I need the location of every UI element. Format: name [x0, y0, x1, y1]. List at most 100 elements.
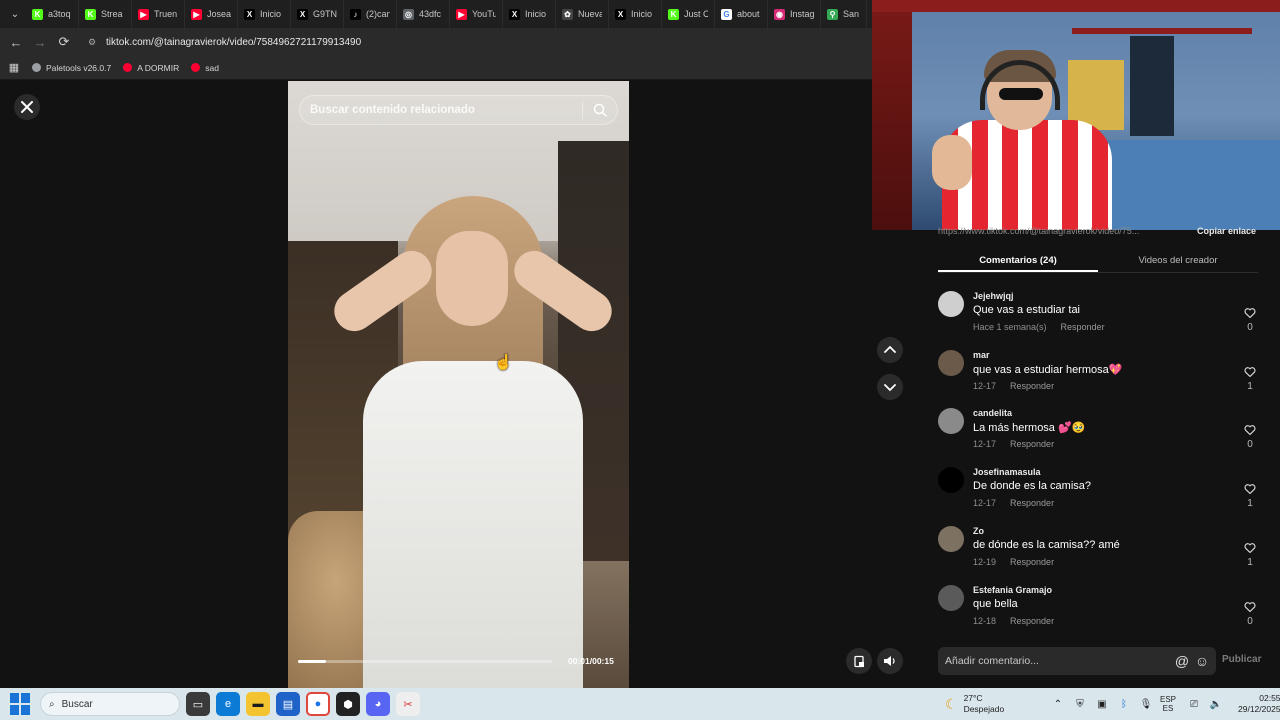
url-field[interactable]: ⚙ tiktok.com/@tainagravierok/video/75849…: [88, 37, 361, 48]
avatar[interactable]: [938, 349, 964, 376]
bookmark-item[interactable]: Paletools v26.0.7: [32, 63, 111, 73]
like-button[interactable]: [1243, 365, 1257, 379]
comment-author[interactable]: Estefania Gramajo: [973, 585, 1052, 595]
comment-author[interactable]: candelita: [973, 408, 1012, 418]
comment-input[interactable]: [938, 655, 1172, 667]
copy-link-button[interactable]: Copiar enlace: [1197, 226, 1256, 236]
volume-button[interactable]: [877, 648, 903, 674]
task-view-icon[interactable]: ▭: [186, 692, 210, 716]
related-search-input[interactable]: [300, 96, 582, 124]
browser-tab[interactable]: ▶ Josea: [185, 0, 238, 28]
reply-button[interactable]: Responder: [1010, 616, 1054, 626]
avatar[interactable]: [938, 467, 964, 494]
next-video-button[interactable]: [877, 374, 903, 400]
browser-tab[interactable]: ▶ YouTu: [450, 0, 503, 28]
chevron-up-icon[interactable]: ⌃: [1050, 696, 1066, 712]
reply-button[interactable]: Responder: [1061, 322, 1105, 332]
comment-author[interactable]: mar: [973, 350, 990, 360]
comment-author[interactable]: Josefinamasula: [973, 467, 1041, 477]
browser-tab[interactable]: K Just C: [662, 0, 715, 28]
volume-icon[interactable]: 🔈: [1208, 696, 1224, 712]
network-icon[interactable]: ⎚: [1186, 696, 1202, 712]
like-count: 0: [1247, 322, 1253, 333]
browser-tab[interactable]: X Inicio: [238, 0, 291, 28]
like-button[interactable]: [1243, 600, 1257, 614]
floating-player-button[interactable]: [846, 648, 872, 674]
publish-button[interactable]: Publicar: [1222, 654, 1261, 665]
discord-icon[interactable]: ◕: [366, 692, 390, 716]
like-button[interactable]: [1243, 541, 1257, 555]
snipping-tool-icon[interactable]: ✂: [396, 692, 420, 716]
site-info-icon[interactable]: ⚙: [88, 37, 98, 47]
search-icon: [593, 103, 607, 117]
previous-video-button[interactable]: [877, 337, 903, 363]
avatar[interactable]: [938, 408, 964, 435]
tab-search-button[interactable]: ⌄: [4, 4, 26, 24]
avatar[interactable]: [938, 584, 964, 611]
instagram-icon: ◉: [774, 8, 785, 20]
back-icon[interactable]: ←: [4, 30, 28, 54]
like-button[interactable]: [1243, 306, 1257, 320]
app-icon[interactable]: ⬢: [336, 692, 360, 716]
comment-author[interactable]: Zo: [973, 526, 984, 536]
security-icon[interactable]: ⛨: [1072, 696, 1088, 712]
reply-button[interactable]: Responder: [1010, 557, 1054, 567]
clock[interactable]: 02:55 29/12/2025: [1238, 693, 1280, 715]
apps-grid-icon[interactable]: ▦: [2, 56, 26, 80]
video-player[interactable]: ☝ 00:01/00:15: [288, 81, 629, 688]
mention-icon[interactable]: @: [1172, 651, 1192, 671]
like-button[interactable]: [1243, 482, 1257, 496]
reload-icon[interactable]: ⟳: [52, 30, 76, 54]
edge-icon[interactable]: e: [216, 692, 240, 716]
video-link-text: https://www.tiktok.com/@tainagravierok/v…: [938, 226, 1140, 236]
app-tray-icon[interactable]: ▣: [1094, 696, 1110, 712]
x-icon: X: [509, 8, 520, 20]
taskbar-search[interactable]: ⌕ Buscar: [40, 692, 180, 716]
browser-tab[interactable]: ◎ 43dfc: [397, 0, 450, 28]
forward-icon[interactable]: →: [28, 30, 52, 54]
chrome-icon[interactable]: ●: [306, 692, 330, 716]
comment-item: mar que vas a estudiar hermosa💖 12-17 Respo…: [938, 348, 1260, 400]
search-button[interactable]: [583, 95, 617, 125]
browser-tab[interactable]: K Strea: [79, 0, 132, 28]
browser-tab[interactable]: ✿ Nueva: [556, 0, 609, 28]
browser-tab-label: Truen: [154, 9, 178, 19]
url-text: tiktok.com/@tainagravierok/video/7584962…: [106, 36, 362, 48]
bookmark-item[interactable]: A DORMIR: [123, 63, 179, 73]
language-indicator[interactable]: ESP ES: [1160, 695, 1176, 713]
browser-tab[interactable]: ▶ Truen: [132, 0, 185, 28]
video-progress-bar[interactable]: [298, 660, 552, 663]
browser-tab[interactable]: Gabout: [715, 0, 768, 28]
x-icon: X: [244, 8, 255, 20]
browser-tab[interactable]: X Inicio: [609, 0, 662, 28]
reply-button[interactable]: Responder: [1010, 498, 1054, 508]
reply-button[interactable]: Responder: [1010, 439, 1054, 449]
avatar[interactable]: [938, 525, 964, 552]
windows-start-icon[interactable]: [10, 693, 32, 715]
comment-author[interactable]: Jejehwjqj: [973, 291, 1014, 301]
browser-tab[interactable]: Ka3toq: [26, 0, 79, 28]
tab-creator-videos[interactable]: Videos del creador: [1098, 247, 1258, 272]
comment-date: 12-18: [973, 615, 997, 626]
browser-tab[interactable]: X Inicio: [503, 0, 556, 28]
tab-comments[interactable]: Comentarios (24): [938, 247, 1098, 272]
bluetooth-icon[interactable]: ᛒ: [1116, 696, 1132, 712]
store-icon[interactable]: ▤: [276, 692, 300, 716]
browser-tab[interactable]: ♪ (2)can: [344, 0, 397, 28]
emoji-icon[interactable]: ☺: [1192, 651, 1212, 671]
bookmark-item[interactable]: sad: [191, 63, 219, 73]
heart-icon: [1244, 542, 1256, 554]
browser-tab[interactable]: ◉ Instag: [768, 0, 821, 28]
like-button[interactable]: [1243, 423, 1257, 437]
kick-icon: K: [32, 8, 43, 20]
comment-text: De donde es la camisa?: [973, 480, 1092, 493]
close-button[interactable]: [14, 94, 40, 120]
reply-button[interactable]: Responder: [1010, 381, 1054, 391]
avatar[interactable]: [938, 291, 964, 317]
browser-tab[interactable]: X G9TN: [291, 0, 344, 28]
browser-tab[interactable]: ⚲ San Ju: [821, 0, 867, 28]
youtube-icon: ▶: [191, 8, 202, 20]
microphone-icon[interactable]: 🎙: [1138, 696, 1154, 712]
weather-widget[interactable]: ☾ 27°C Despejado: [945, 693, 1004, 715]
file-explorer-icon[interactable]: ▬: [246, 692, 270, 716]
